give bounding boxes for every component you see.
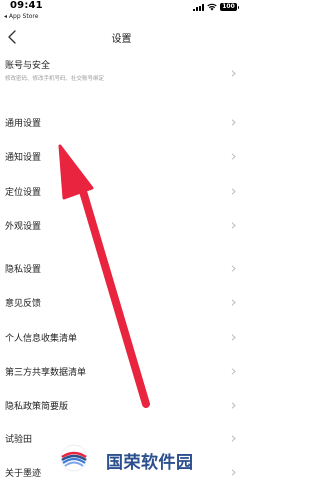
item-label: 定位设置 bbox=[5, 188, 42, 198]
navigation-bar: 设置 bbox=[0, 24, 243, 52]
chevron-right-icon bbox=[231, 222, 236, 229]
settings-item-account-security[interactable]: 账号与安全 修改密码、修改手机号码、社交账号绑定 bbox=[0, 54, 243, 90]
settings-item-feedback[interactable]: 意见反馈 bbox=[0, 291, 243, 313]
settings-item-third-party-data-list[interactable]: 第三方共享数据清单 bbox=[0, 360, 243, 382]
settings-item-general[interactable]: 通用设置 bbox=[0, 111, 243, 133]
item-label: 通知设置 bbox=[5, 153, 42, 163]
chevron-right-icon bbox=[231, 469, 236, 476]
cellular-signal-icon bbox=[193, 3, 204, 11]
settings-item-location[interactable]: 定位设置 bbox=[0, 180, 243, 202]
chevron-right-icon bbox=[231, 368, 236, 375]
item-label: 意见反馈 bbox=[5, 299, 42, 309]
item-label: 关于墨迹 bbox=[5, 469, 42, 479]
settings-item-personal-info-list[interactable]: 个人信息收集清单 bbox=[0, 326, 243, 348]
watermark: 国荣软件园 bbox=[58, 441, 198, 477]
chevron-right-icon bbox=[231, 265, 236, 272]
status-time: 09:41 bbox=[10, 0, 43, 11]
chevron-right-icon bbox=[231, 153, 236, 160]
item-label: 个人信息收集清单 bbox=[5, 334, 78, 344]
chevron-right-icon bbox=[231, 299, 236, 306]
page-title: 设置 bbox=[111, 34, 132, 45]
watermark-logo-icon bbox=[60, 444, 88, 472]
item-label: 通用设置 bbox=[5, 119, 42, 129]
settings-item-privacy-policy-brief[interactable]: 隐私政策简要版 bbox=[0, 394, 243, 416]
item-label: 账号与安全 bbox=[5, 61, 51, 71]
chevron-right-icon bbox=[231, 334, 236, 341]
battery-icon: 100 bbox=[220, 3, 239, 11]
status-bar: 09:41 ◂ App Store 100 bbox=[0, 0, 243, 24]
settings-item-privacy[interactable]: 隐私设置 bbox=[0, 257, 243, 279]
chevron-right-icon bbox=[231, 435, 236, 442]
watermark-text: 国荣软件园 bbox=[106, 453, 194, 473]
item-label: 第三方共享数据清单 bbox=[5, 368, 87, 378]
status-icons: 100 bbox=[193, 3, 239, 11]
settings-item-notification[interactable]: 通知设置 bbox=[0, 145, 243, 167]
item-label: 隐私政策简要版 bbox=[5, 402, 69, 412]
chevron-right-icon bbox=[231, 402, 236, 409]
chevron-right-icon bbox=[231, 119, 236, 126]
item-label: 试验田 bbox=[5, 435, 33, 445]
chevron-right-icon bbox=[231, 70, 236, 77]
chevron-right-icon bbox=[231, 188, 236, 195]
item-label: 隐私设置 bbox=[5, 265, 42, 275]
item-subtitle: 修改密码、修改手机号码、社交账号绑定 bbox=[5, 76, 105, 82]
settings-item-appearance[interactable]: 外观设置 bbox=[0, 214, 243, 236]
item-label: 外观设置 bbox=[5, 222, 42, 232]
wifi-icon bbox=[207, 3, 217, 11]
back-to-app-link[interactable]: ◂ App Store bbox=[4, 13, 38, 20]
